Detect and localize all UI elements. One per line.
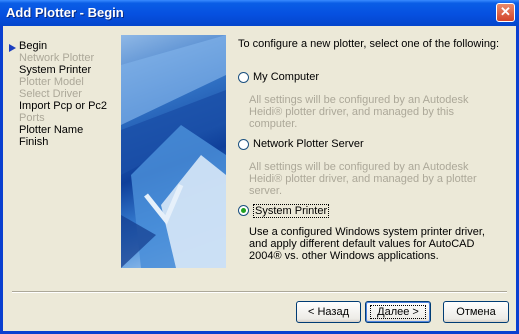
- plotter-paper-illustration: [121, 35, 226, 268]
- network-server-description: All settings will be configured by an Au…: [249, 161, 477, 197]
- window-title: Add Plotter - Begin: [6, 5, 124, 20]
- close-button[interactable]: ✕: [496, 3, 515, 22]
- my-computer-radio[interactable]: [238, 72, 249, 83]
- next-button-label: Далее >: [370, 305, 426, 319]
- dialog-body: Begin Network Plotter System Printer Plo…: [3, 26, 516, 331]
- step-finish: Finish: [19, 136, 49, 148]
- cancel-button[interactable]: Отмена: [443, 301, 509, 323]
- system-printer-description: Use a configured Windows system printer …: [249, 226, 485, 262]
- title-bar[interactable]: Add Plotter - Begin ✕: [0, 0, 519, 26]
- cancel-button-label: Отмена: [456, 306, 496, 318]
- network-server-radio[interactable]: [238, 139, 249, 150]
- system-printer-radio[interactable]: [238, 205, 249, 216]
- back-button-label: < Назад: [308, 306, 349, 318]
- selected-dot-icon: [241, 208, 246, 213]
- next-button[interactable]: Далее >: [365, 301, 431, 323]
- wizard-banner-image: [121, 35, 226, 268]
- my-computer-label[interactable]: My Computer: [253, 71, 319, 83]
- network-server-label[interactable]: Network Plotter Server: [253, 138, 364, 150]
- system-printer-label[interactable]: System Printer: [253, 204, 330, 218]
- back-button[interactable]: < Назад: [296, 301, 361, 323]
- button-separator: [12, 291, 507, 293]
- current-step-arrow-icon: [9, 44, 16, 52]
- my-computer-description: All settings will be configured by an Au…: [249, 94, 469, 130]
- intro-text: To configure a new plotter, select one o…: [238, 38, 500, 50]
- add-plotter-dialog: Add Plotter - Begin ✕ Begin Network Plot…: [0, 0, 519, 334]
